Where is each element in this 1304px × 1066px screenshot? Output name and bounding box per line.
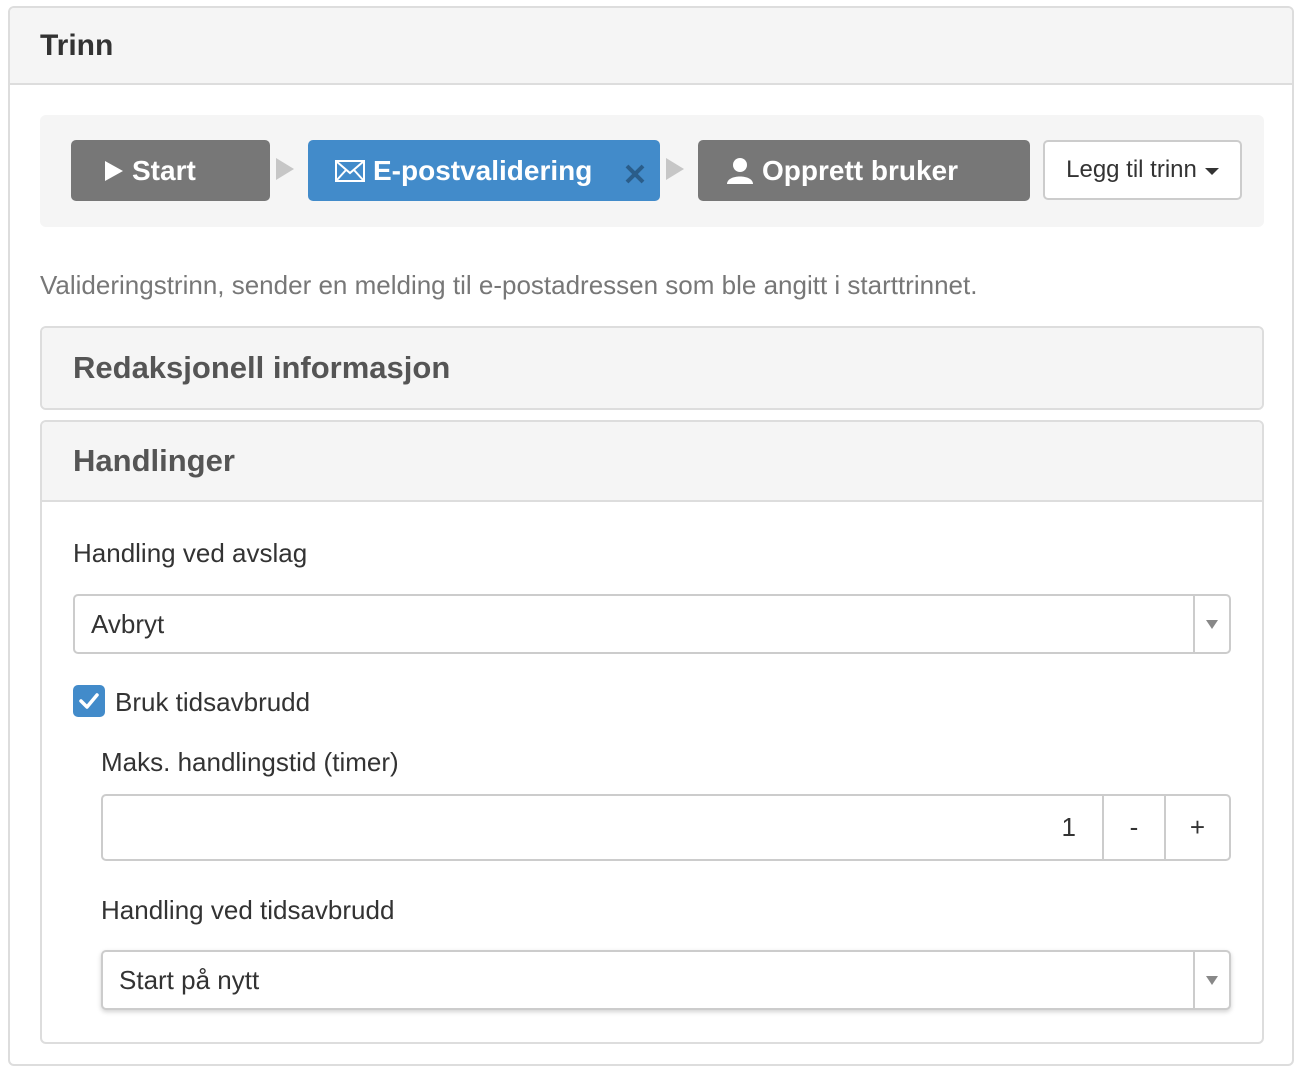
actions-panel: Handlinger Handling ved avslag Avbryt Br… xyxy=(40,420,1264,1044)
max-time-input[interactable]: 1 xyxy=(103,796,1102,859)
step-label: E-postvalidering xyxy=(373,154,593,186)
add-step-button[interactable]: Legg til trinn xyxy=(1043,140,1242,200)
user-icon xyxy=(726,157,754,185)
step-label: Start xyxy=(132,154,196,186)
steps-panel: Trinn Start E-postvalidering Opprett bru… xyxy=(8,6,1294,1066)
chevron-down-icon xyxy=(1206,619,1218,629)
use-timeout-label[interactable]: Bruk tidsavbrudd xyxy=(115,687,310,718)
timeout-action-label: Handling ved tidsavbrudd xyxy=(101,895,395,925)
remove-step-icon[interactable] xyxy=(624,160,646,184)
step-email-validation[interactable]: E-postvalidering xyxy=(308,140,660,201)
reject-action-value: Avbryt xyxy=(91,608,165,639)
actions-heading[interactable]: Handlinger xyxy=(42,422,1262,502)
checkmark-icon xyxy=(79,693,99,709)
step-start[interactable]: Start xyxy=(71,140,270,201)
editorial-info-heading[interactable]: Redaksjonell informasjon xyxy=(42,328,1262,408)
decrement-button[interactable]: - xyxy=(1102,796,1164,859)
play-icon xyxy=(104,160,124,182)
max-time-stepper: 1 - + xyxy=(101,794,1231,861)
timeout-action-value: Start på nytt xyxy=(119,964,260,995)
timeout-action-select[interactable]: Start på nytt xyxy=(101,950,1231,1010)
steps-bar: Start E-postvalidering Opprett bruker Le… xyxy=(40,115,1264,227)
panel-heading: Trinn xyxy=(10,8,1292,85)
step-label: Opprett bruker xyxy=(762,154,959,186)
increment-button[interactable]: + xyxy=(1164,796,1229,859)
add-step-label: Legg til trinn xyxy=(1066,156,1197,183)
envelope-icon xyxy=(335,159,365,182)
step-arrow-icon xyxy=(276,158,294,180)
max-time-label: Maks. handlingstid (timer) xyxy=(101,747,399,777)
use-timeout-checkbox[interactable] xyxy=(73,685,105,717)
step-arrow-icon xyxy=(666,158,684,180)
chevron-down-icon xyxy=(1206,975,1218,985)
step-description: Valideringstrinn, sender en melding til … xyxy=(40,270,978,300)
caret-down-icon xyxy=(1204,168,1219,175)
select-arrow xyxy=(1193,596,1229,652)
select-arrow xyxy=(1193,952,1229,1008)
panel-title: Trinn xyxy=(40,28,114,62)
reject-action-select[interactable]: Avbryt xyxy=(73,594,1231,654)
editorial-info-panel[interactable]: Redaksjonell informasjon xyxy=(40,326,1264,410)
reject-action-label: Handling ved avslag xyxy=(73,538,308,568)
step-create-user[interactable]: Opprett bruker xyxy=(698,140,1030,201)
